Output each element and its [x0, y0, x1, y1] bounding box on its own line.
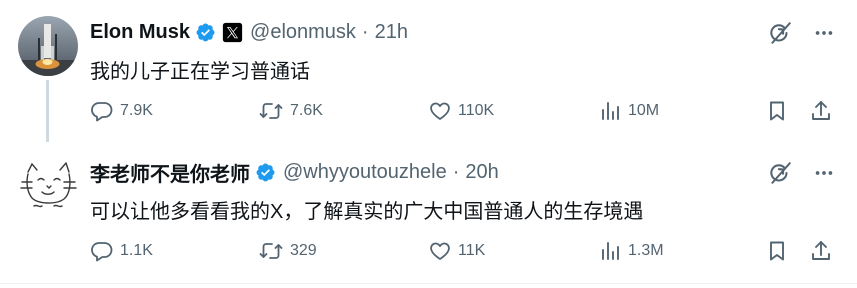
tweet-header: Elon Musk @elonmusk · 21h: [90, 18, 408, 46]
separator: ·: [361, 20, 369, 43]
reply-icon: [91, 242, 113, 262]
more-icon[interactable]: [813, 22, 835, 44]
like-button[interactable]: 11K: [428, 239, 485, 263]
retweet-count: 7.6K: [290, 102, 323, 119]
tweet-top-controls: [767, 160, 835, 186]
tweet-actions: 7.9K 7.6K 110K 10M: [90, 99, 837, 127]
views-count: 1.3M: [628, 242, 664, 259]
retweet-icon: [259, 243, 283, 259]
timestamp[interactable]: 20h: [465, 161, 498, 184]
reply-count: 1.1K: [120, 242, 153, 259]
bookmark-button[interactable]: [765, 99, 795, 123]
avatar[interactable]: [18, 16, 78, 76]
separator: ·: [452, 160, 460, 183]
author-handle[interactable]: @elonmusk: [250, 21, 356, 44]
share-button[interactable]: [809, 99, 839, 123]
tweet[interactable]: 李老师不是你老师 @whyyoutouzhele · 20h 可以让他多看看我的…: [0, 140, 857, 280]
share-button[interactable]: [809, 239, 839, 263]
author-handle[interactable]: @whyyoutouzhele: [283, 161, 447, 184]
views-icon: [602, 242, 619, 260]
tweet-thread: Elon Musk @elonmusk · 21h 我的儿子正在学习普通话 7.…: [0, 0, 857, 288]
tweet-header: 李老师不是你老师 @whyyoutouzhele · 20h: [90, 158, 499, 186]
divider: [0, 283, 857, 284]
reply-button[interactable]: 7.9K: [90, 99, 153, 123]
share-icon: [812, 241, 830, 260]
grok-icon[interactable]: [767, 160, 793, 186]
retweet-icon: [259, 103, 283, 119]
retweet-button[interactable]: 329: [258, 239, 317, 263]
timestamp[interactable]: 21h: [375, 21, 408, 44]
thread-connector: [46, 80, 49, 142]
like-count: 110K: [458, 102, 495, 119]
retweet-count: 329: [290, 242, 317, 259]
tweet-text: 可以让他多看看我的X，了解真实的广大中国普通人的生存境遇: [90, 201, 644, 223]
like-count: 11K: [458, 242, 486, 259]
tweet[interactable]: Elon Musk @elonmusk · 21h 我的儿子正在学习普通话 7.…: [0, 0, 857, 142]
grok-icon[interactable]: [767, 20, 793, 46]
author-name[interactable]: Elon Musk: [90, 21, 190, 44]
views-icon: [602, 102, 619, 120]
more-icon[interactable]: [813, 162, 835, 184]
heart-icon: [430, 102, 450, 120]
author-name[interactable]: 李老师不是你老师: [90, 158, 250, 187]
like-button[interactable]: 110K: [428, 99, 494, 123]
heart-icon: [430, 242, 450, 260]
views-button[interactable]: 1.3M: [598, 239, 664, 263]
reply-count: 7.9K: [120, 102, 153, 119]
bookmark-icon: [770, 101, 784, 121]
verified-badge-icon[interactable]: [195, 22, 216, 43]
reply-icon: [91, 102, 113, 122]
verified-badge-icon[interactable]: [255, 162, 276, 183]
share-icon: [812, 101, 830, 120]
bookmark-icon: [770, 241, 784, 261]
views-count: 10M: [628, 102, 660, 119]
tweet-top-controls: [767, 20, 835, 46]
avatar[interactable]: [18, 156, 78, 216]
tweet-actions: 1.1K 329 11K 1.3M: [90, 239, 837, 267]
retweet-button[interactable]: 7.6K: [258, 99, 323, 123]
bookmark-button[interactable]: [765, 239, 795, 263]
x-logo-icon[interactable]: [222, 22, 243, 43]
reply-button[interactable]: 1.1K: [90, 239, 153, 263]
tweet-text: 我的儿子正在学习普通话: [90, 61, 310, 83]
views-button[interactable]: 10M: [598, 99, 659, 123]
